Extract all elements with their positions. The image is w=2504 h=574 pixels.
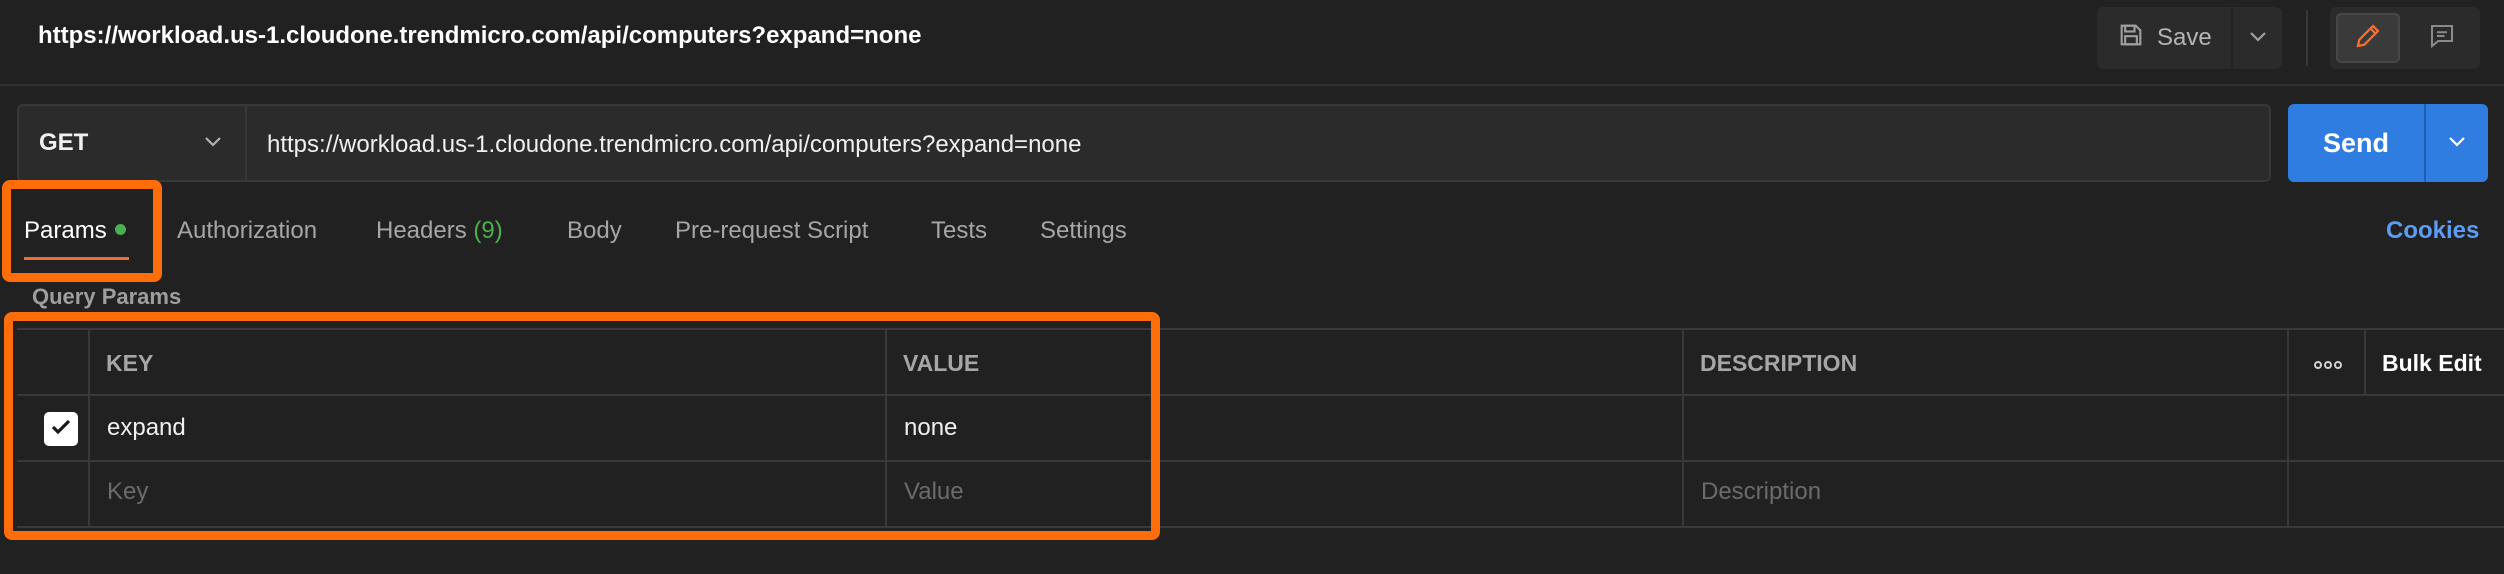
pencil-icon [2353, 21, 2383, 56]
method-select[interactable]: GET [17, 104, 247, 182]
request-title[interactable]: https://workload.us-1.cloudone.trendmicr… [38, 22, 921, 50]
save-label: Save [2157, 24, 2212, 51]
save-button-group: Save [2097, 7, 2282, 69]
column-header-description: DESCRIPTION [1700, 350, 1858, 376]
header-divider [2306, 10, 2308, 66]
new-param-description-input[interactable]: Description [1701, 478, 1821, 506]
query-params-title: Query Params [32, 284, 182, 309]
param-enabled-checkbox[interactable] [44, 412, 78, 446]
headers-count: (9) [473, 217, 503, 244]
view-mode-toggle [2330, 7, 2480, 69]
table-divider [17, 460, 2504, 462]
bulk-edit-button[interactable]: Bulk Edit [2382, 350, 2482, 377]
url-value: https://workload.us-1.cloudone.trendmicr… [267, 131, 1082, 158]
more-horizontal-icon [2313, 357, 2343, 375]
tab-label: Params [24, 217, 107, 244]
column-header-value: VALUE [903, 350, 980, 376]
comment-mode-button[interactable] [2410, 13, 2474, 63]
column-divider [2364, 330, 2366, 394]
send-button[interactable]: Send [2288, 104, 2424, 182]
column-divider [1682, 330, 1684, 528]
save-options-button[interactable] [2233, 7, 2282, 69]
column-divider [885, 330, 887, 528]
chevron-down-icon [2248, 29, 2268, 48]
checkmark-icon [49, 415, 73, 444]
tab-headers[interactable]: Headers (9) [376, 217, 503, 245]
cookies-link[interactable]: Cookies [2386, 217, 2479, 245]
comment-icon [2427, 21, 2457, 56]
tab-settings[interactable]: Settings [1040, 217, 1127, 245]
column-divider [88, 330, 90, 528]
tab-authorization[interactable]: Authorization [177, 217, 317, 245]
table-divider [17, 394, 2504, 396]
tab-params[interactable]: Params [24, 217, 126, 245]
tab-pre-request-script[interactable]: Pre-request Script [675, 217, 868, 245]
tab-tests[interactable]: Tests [931, 217, 987, 245]
param-key-input[interactable]: expand [107, 414, 186, 442]
tab-label: Headers [376, 217, 467, 244]
chevron-down-icon [2447, 134, 2467, 153]
query-params-table: KEY VALUE DESCRIPTION Bulk Edit expand n… [17, 328, 2504, 528]
new-param-key-input[interactable]: Key [107, 478, 148, 506]
request-editor: https://workload.us-1.cloudone.trendmicr… [0, 0, 2504, 574]
edit-mode-button[interactable] [2336, 13, 2400, 63]
chevron-down-icon [203, 134, 223, 153]
save-button[interactable]: Save [2097, 7, 2229, 69]
column-divider [2287, 330, 2289, 528]
send-button-group: Send [2288, 104, 2488, 182]
active-tab-underline [24, 257, 129, 260]
request-header-bar: https://workload.us-1.cloudone.trendmicr… [0, 0, 2504, 86]
params-indicator-dot [114, 224, 126, 236]
column-header-key: KEY [106, 350, 154, 376]
save-icon [2117, 21, 2145, 56]
tab-body[interactable]: Body [567, 217, 622, 245]
method-label: GET [39, 129, 89, 156]
send-options-button[interactable] [2426, 104, 2488, 182]
more-options-button[interactable] [2310, 358, 2346, 374]
new-param-value-input[interactable]: Value [904, 478, 964, 506]
param-value-input[interactable]: none [904, 414, 957, 442]
url-input[interactable]: https://workload.us-1.cloudone.trendmicr… [247, 104, 2271, 182]
